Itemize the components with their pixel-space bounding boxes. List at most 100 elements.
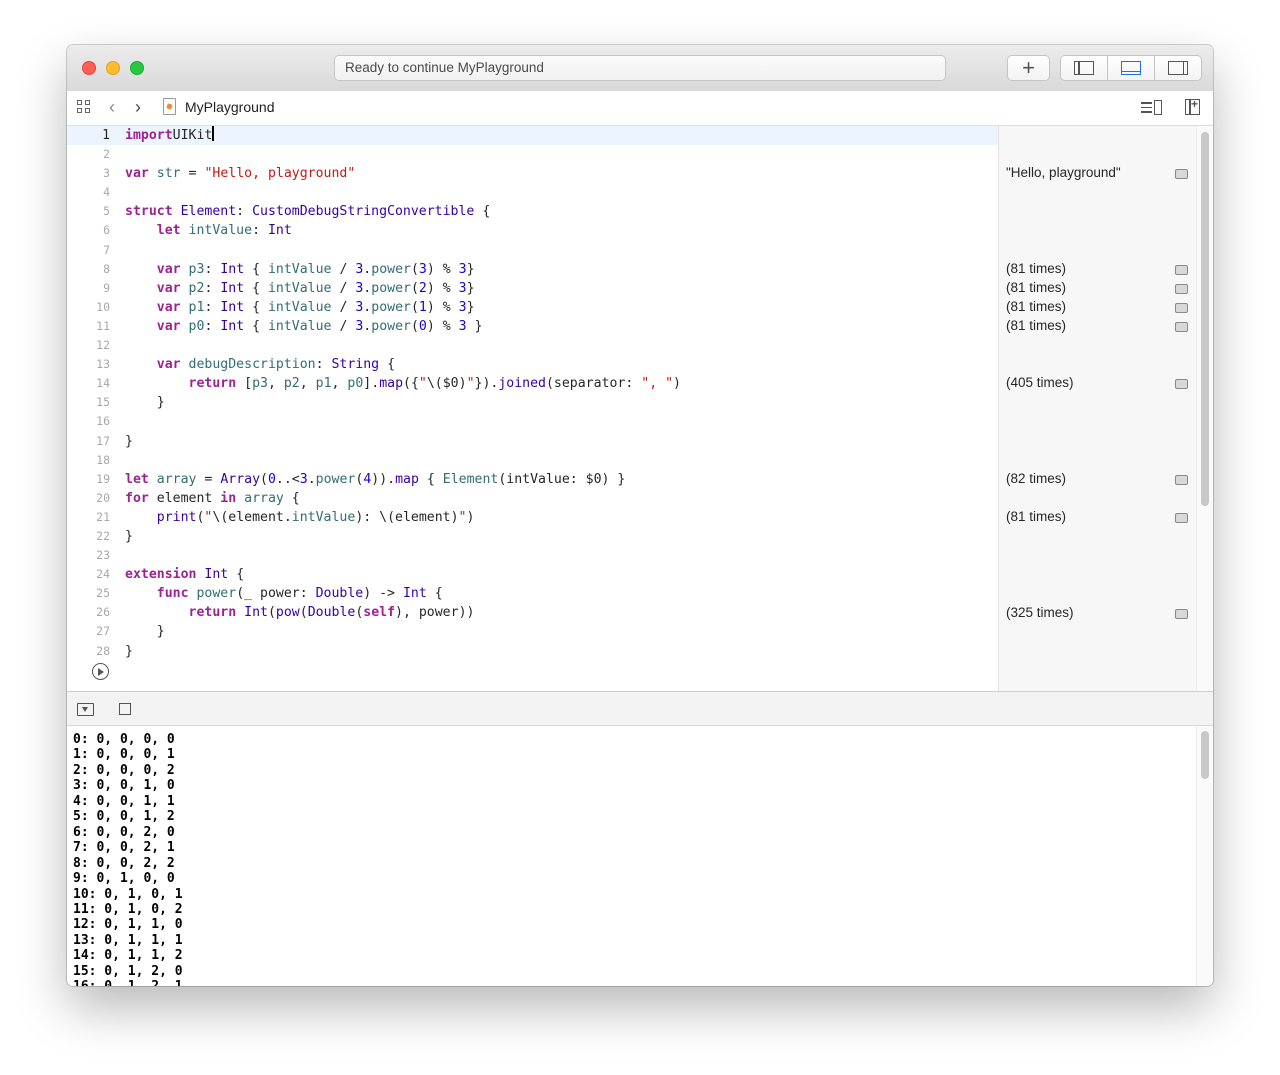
quick-look-icon[interactable] <box>1175 283 1188 294</box>
code-token: let <box>156 223 181 239</box>
console-scrollbar[interactable] <box>1196 726 1213 986</box>
code-line[interactable]: 9 var p2: Int { intValue / 3.power(2) % … <box>67 279 998 298</box>
quick-look-icon[interactable] <box>1175 169 1188 180</box>
code-token: power <box>371 261 411 277</box>
code-line[interactable]: 16 <box>67 412 998 431</box>
code-token: : <box>204 261 221 277</box>
playground-window: Ready to continue MyPlayground + ‹ › MyP… <box>67 45 1213 986</box>
minimize-window-button[interactable] <box>106 61 120 75</box>
line-number: 9 <box>103 280 110 295</box>
toggle-inspector-button[interactable] <box>1154 55 1202 81</box>
code-line[interactable]: 19 let array = Array(0..<3.power(4)).map … <box>67 470 998 489</box>
chevron-left-icon[interactable]: ‹ <box>109 97 115 117</box>
code-token: Double <box>315 586 364 602</box>
console-scroll-thumb[interactable] <box>1201 731 1209 779</box>
code-line[interactable]: 18 <box>67 451 998 470</box>
code-token: ) <box>673 376 681 392</box>
code-token: { <box>244 299 268 315</box>
title-bar: Ready to continue MyPlayground + <box>67 45 1213 92</box>
code-token: = <box>196 471 221 487</box>
code-token: { <box>474 204 491 220</box>
code-line[interactable]: 23 <box>67 546 998 565</box>
code-line[interactable]: 25 func power(_ power: Double) -> Int { <box>67 584 998 603</box>
code-line[interactable]: 15 } <box>67 393 998 412</box>
code-token: p2 <box>283 376 300 392</box>
code-line[interactable]: 5 struct Element: CustomDebugStringConver… <box>67 202 998 221</box>
activity-status: Ready to continue MyPlayground <box>334 55 946 81</box>
code-line[interactable]: 8 var p3: Int { intValue / 3.power(3) % … <box>67 260 998 279</box>
line-number: 18 <box>96 452 110 467</box>
chevron-right-icon[interactable]: › <box>135 97 141 117</box>
code-token: array <box>244 490 284 506</box>
code-line[interactable]: 14 return [p3, p2, p1, p0].map({"\($0)"}… <box>67 374 998 393</box>
quick-look-icon[interactable] <box>1175 302 1188 313</box>
assistant-editor-icon[interactable] <box>1141 100 1163 115</box>
code-line[interactable]: 12 <box>67 336 998 355</box>
editor-scrollbar[interactable] <box>1196 126 1213 691</box>
add-editor-icon[interactable] <box>1185 97 1200 115</box>
code-line[interactable]: 17} <box>67 432 998 451</box>
hide-debug-icon[interactable] <box>77 703 94 716</box>
code-line[interactable]: 11 var p0: Int { intValue / 3.power(0) %… <box>67 317 998 336</box>
play-icon[interactable] <box>92 663 109 680</box>
quick-look-icon[interactable] <box>1175 264 1188 275</box>
close-window-button[interactable] <box>82 61 96 75</box>
console-area[interactable]: 0: 0, 0, 0, 0 1: 0, 0, 0, 1 2: 0, 0, 0, … <box>67 726 1196 986</box>
code-line[interactable]: 13 var debugDescription: String { <box>67 355 998 374</box>
quick-look-icon[interactable] <box>1175 608 1188 619</box>
code-token: Array <box>220 471 261 487</box>
quick-look-icon[interactable] <box>1175 322 1188 332</box>
code-token: } <box>125 528 133 544</box>
code-line[interactable]: 24 extension Int { <box>67 565 998 584</box>
code-line[interactable]: 4 <box>67 183 998 202</box>
code-line[interactable]: 7 <box>67 241 998 260</box>
code-token: { <box>418 471 443 487</box>
code-line[interactable]: 20 for element in array { <box>67 489 998 508</box>
code-line[interactable]: 27 } <box>67 622 998 641</box>
code-line[interactable]: 28} <box>67 642 998 661</box>
code-line[interactable]: 22} <box>67 527 998 546</box>
zoom-window-button[interactable] <box>130 61 144 75</box>
code-token: Element <box>180 204 237 220</box>
code-token: power <box>371 280 411 296</box>
code-line[interactable]: 2 <box>67 145 998 164</box>
code-text: for element in array { <box>125 491 300 506</box>
clear-console-icon[interactable] <box>119 703 131 715</box>
code-text: func power(_ power: Double) -> Int { <box>125 586 443 601</box>
code-token: ) -> <box>363 586 403 602</box>
toggle-debug-area-button[interactable] <box>1107 55 1155 81</box>
library-add-button[interactable]: + <box>1007 55 1050 81</box>
source-editor[interactable]: 1 importUIKit 2 3 var str = "Hello, playgrou… <box>67 126 998 691</box>
quick-look-icon[interactable] <box>1175 379 1188 390</box>
grid-icon[interactable] <box>77 100 91 114</box>
breadcrumb-file-name[interactable]: MyPlayground <box>185 99 275 115</box>
code-line[interactable]: 1 importUIKit <box>67 126 998 146</box>
line-number: 20 <box>96 490 110 505</box>
code-token: / <box>331 299 356 315</box>
code-token: power <box>371 318 411 334</box>
code-line[interactable]: 3 var str = "Hello, playground" <box>67 164 998 183</box>
code-token: power <box>315 471 356 487</box>
editor-scroll-thumb[interactable] <box>1201 132 1209 506</box>
quick-look-icon[interactable] <box>1175 474 1188 485</box>
code-token: Int <box>267 223 292 239</box>
code-token: Int <box>204 567 229 583</box>
line-number: 7 <box>103 242 110 257</box>
code-line[interactable]: 10 var p1: Int { intValue / 3.power(1) %… <box>67 298 998 317</box>
code-line[interactable]: 26 return Int(pow(Double(self), power)) <box>67 603 998 622</box>
quick-look-icon[interactable] <box>1175 513 1188 523</box>
code-token: } <box>466 299 475 315</box>
code-token: print <box>156 509 197 525</box>
code-token: var <box>156 357 181 373</box>
toggle-navigator-button[interactable] <box>1060 55 1108 81</box>
code-line[interactable]: 21 print("\(element.intValue): \(element… <box>67 508 998 527</box>
code-line[interactable]: 6 let intValue: Int <box>67 221 998 240</box>
